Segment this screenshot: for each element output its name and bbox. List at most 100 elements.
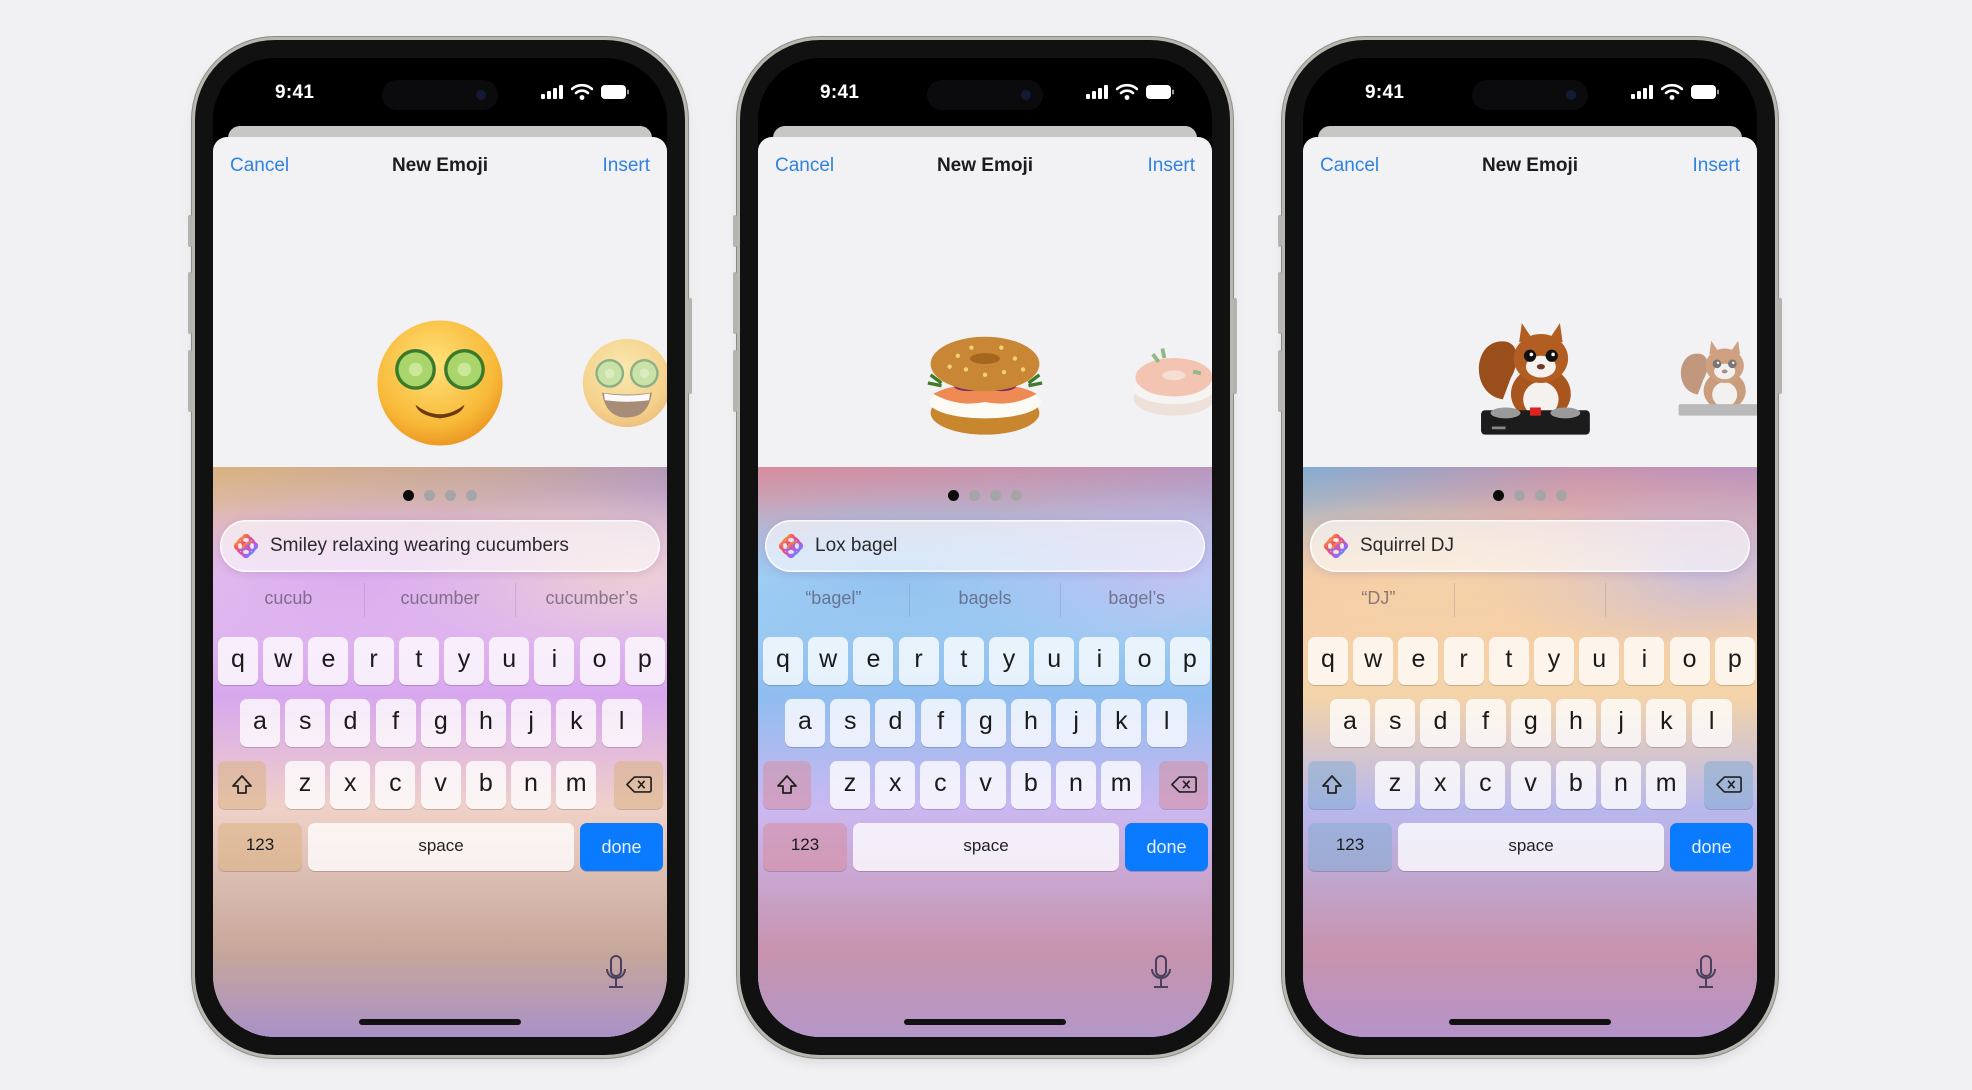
key-q[interactable]: q — [218, 637, 258, 685]
key-g[interactable]: g — [1510, 699, 1551, 747]
key-w[interactable]: w — [808, 637, 849, 685]
key-z[interactable]: z — [285, 761, 325, 809]
key-z[interactable]: z — [830, 761, 870, 809]
key-e[interactable]: e — [1398, 637, 1439, 685]
shift-key[interactable] — [763, 761, 811, 809]
key-o[interactable]: o — [1124, 637, 1165, 685]
emoji-description-field[interactable]: Smiley relaxing wearing cucumbers — [220, 520, 660, 572]
key-f[interactable]: f — [375, 699, 416, 747]
suggestion-item[interactable]: bagels — [908, 583, 1061, 617]
emoji-description-field[interactable]: Squirrel DJ — [1310, 520, 1750, 572]
key-v[interactable]: v — [1510, 761, 1551, 809]
key-j[interactable]: j — [511, 699, 552, 747]
page-dot[interactable] — [1011, 490, 1022, 501]
key-u[interactable]: u — [1579, 637, 1620, 685]
suggestion-item[interactable]: “DJ” — [1303, 583, 1454, 617]
key-o[interactable]: o — [579, 637, 620, 685]
key-c[interactable]: c — [1465, 761, 1506, 809]
emoji-description-field[interactable]: Lox bagel — [765, 520, 1205, 572]
key-n[interactable]: n — [1056, 761, 1096, 809]
key-n[interactable]: n — [1601, 761, 1641, 809]
emoji-carousel[interactable] — [1303, 305, 1757, 465]
key-u[interactable]: u — [1034, 637, 1075, 685]
key-d[interactable]: d — [330, 699, 371, 747]
key-i[interactable]: i — [534, 637, 575, 685]
cucumber-face-emoji[interactable] — [372, 315, 508, 451]
key-y[interactable]: y — [1534, 637, 1574, 685]
squirrel-turntable-emoji[interactable] — [1669, 335, 1757, 431]
key-p[interactable]: p — [1714, 637, 1755, 685]
page-dot[interactable] — [990, 490, 1001, 501]
done-key[interactable]: done — [1670, 823, 1753, 871]
key-k[interactable]: k — [1646, 699, 1687, 747]
suggestion-item[interactable]: cucub — [213, 583, 364, 617]
numbers-key[interactable]: 123 — [218, 823, 302, 871]
done-key[interactable]: done — [580, 823, 663, 871]
grinning-cucumber-face-emoji[interactable] — [579, 335, 667, 431]
key-b[interactable]: b — [1555, 761, 1596, 809]
key-l[interactable]: l — [601, 699, 642, 747]
key-x[interactable]: x — [875, 761, 916, 809]
key-m[interactable]: m — [1101, 761, 1142, 809]
page-dot[interactable] — [1556, 490, 1567, 501]
insert-button[interactable]: Insert — [1692, 155, 1740, 177]
key-l[interactable]: l — [1146, 699, 1187, 747]
key-c[interactable]: c — [920, 761, 961, 809]
space-key[interactable]: space — [308, 823, 574, 871]
shift-key[interactable] — [218, 761, 266, 809]
key-h[interactable]: h — [1556, 699, 1596, 747]
suggestion-item[interactable]: “bagel” — [758, 583, 909, 617]
key-p[interactable]: p — [624, 637, 665, 685]
key-k[interactable]: k — [1101, 699, 1142, 747]
delete-key[interactable] — [1704, 761, 1753, 809]
key-x[interactable]: x — [330, 761, 371, 809]
page-indicator[interactable] — [213, 488, 667, 501]
delete-key[interactable] — [1159, 761, 1208, 809]
key-i[interactable]: i — [1624, 637, 1665, 685]
key-c[interactable]: c — [375, 761, 416, 809]
key-e[interactable]: e — [853, 637, 894, 685]
key-m[interactable]: m — [556, 761, 597, 809]
key-e[interactable]: e — [308, 637, 349, 685]
key-d[interactable]: d — [1420, 699, 1461, 747]
insert-button[interactable]: Insert — [602, 155, 650, 177]
space-key[interactable]: space — [853, 823, 1119, 871]
page-dot[interactable] — [466, 490, 477, 501]
key-s[interactable]: s — [1375, 699, 1416, 747]
suggestion-item[interactable]: cucumber’s — [515, 583, 667, 617]
suggestion-item[interactable]: cucumber — [363, 583, 516, 617]
squirrel-dj-emoji[interactable] — [1462, 315, 1598, 451]
key-v[interactable]: v — [965, 761, 1006, 809]
insert-button[interactable]: Insert — [1147, 155, 1195, 177]
page-dot[interactable] — [1493, 490, 1504, 501]
key-j[interactable]: j — [1056, 699, 1097, 747]
space-key[interactable]: space — [1398, 823, 1664, 871]
home-indicator[interactable] — [1449, 1019, 1611, 1025]
key-o[interactable]: o — [1669, 637, 1710, 685]
key-r[interactable]: r — [898, 637, 939, 685]
home-indicator[interactable] — [359, 1019, 521, 1025]
key-z[interactable]: z — [1375, 761, 1415, 809]
key-f[interactable]: f — [920, 699, 961, 747]
page-dot[interactable] — [1535, 490, 1546, 501]
key-g[interactable]: g — [420, 699, 461, 747]
microphone-icon[interactable] — [605, 955, 627, 989]
suggestion-item[interactable] — [1453, 583, 1606, 617]
key-s[interactable]: s — [285, 699, 326, 747]
page-dot[interactable] — [969, 490, 980, 501]
lox-bagel-emoji[interactable] — [917, 315, 1053, 451]
key-s[interactable]: s — [830, 699, 871, 747]
emoji-carousel[interactable] — [213, 305, 667, 465]
key-u[interactable]: u — [489, 637, 530, 685]
delete-key[interactable] — [614, 761, 663, 809]
key-n[interactable]: n — [511, 761, 551, 809]
key-b[interactable]: b — [465, 761, 506, 809]
numbers-key[interactable]: 123 — [1308, 823, 1392, 871]
key-i[interactable]: i — [1079, 637, 1120, 685]
key-f[interactable]: f — [1465, 699, 1506, 747]
key-t[interactable]: t — [1488, 637, 1529, 685]
page-dot[interactable] — [445, 490, 456, 501]
shift-key[interactable] — [1308, 761, 1356, 809]
key-p[interactable]: p — [1169, 637, 1210, 685]
page-dot[interactable] — [948, 490, 959, 501]
